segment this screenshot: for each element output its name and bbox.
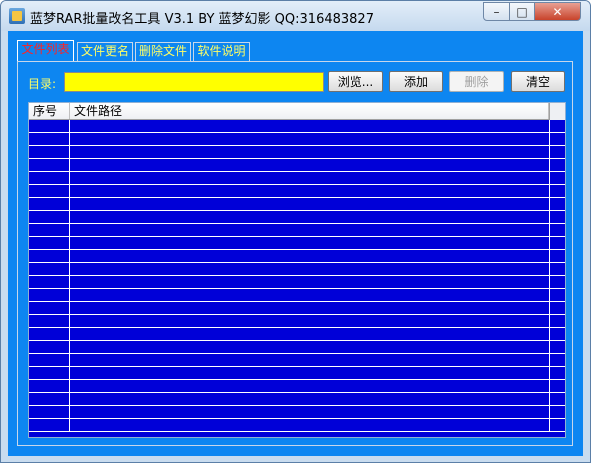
header-filler (549, 103, 565, 120)
cell-index (29, 120, 70, 132)
cell-index (29, 393, 70, 405)
cell-index (29, 185, 70, 197)
table-row[interactable] (29, 237, 565, 250)
cell-index (29, 406, 70, 418)
cell-path (69, 380, 550, 392)
cell-path (69, 159, 550, 171)
cell-path (69, 250, 550, 262)
cell-index (29, 224, 70, 236)
cell-path (69, 146, 550, 158)
table-row[interactable] (29, 133, 565, 146)
table-row[interactable] (29, 276, 565, 289)
cell-index (29, 250, 70, 262)
cell-path (69, 315, 550, 327)
cell-index (29, 289, 70, 301)
cell-index (29, 159, 70, 171)
cell-path (69, 263, 550, 275)
close-button[interactable]: ✕ (534, 2, 581, 21)
cell-path (69, 276, 550, 288)
table-row[interactable] (29, 393, 565, 406)
app-window: 蓝梦RAR批量改名工具 V3.1 BY 蓝梦幻影 QQ:316483827 – … (0, 0, 591, 463)
file-list-panel: 目录: 浏览... 添加 删除 清空 序号 文件路径 (17, 61, 573, 446)
browse-button[interactable]: 浏览... (328, 71, 383, 92)
cell-path (69, 354, 550, 366)
cell-path (69, 289, 550, 301)
directory-input[interactable] (64, 72, 324, 92)
cell-path (69, 406, 550, 418)
table-row[interactable] (29, 120, 565, 133)
table-row[interactable] (29, 354, 565, 367)
table-row[interactable] (29, 185, 565, 198)
cell-index (29, 328, 70, 340)
table-row[interactable] (29, 419, 565, 432)
client-area: 文件列表 文件更名 删除文件 软件说明 目录: 浏览... 添加 删除 清空 序… (8, 31, 583, 456)
cell-path (69, 172, 550, 184)
table-row[interactable] (29, 250, 565, 263)
table-row[interactable] (29, 302, 565, 315)
cell-path (69, 211, 550, 223)
cell-path (69, 393, 550, 405)
cell-path (69, 224, 550, 236)
file-list-table[interactable]: 序号 文件路径 (28, 102, 566, 438)
cell-index (29, 354, 70, 366)
directory-label: 目录: (28, 77, 57, 91)
cell-index (29, 146, 70, 158)
cell-index (29, 172, 70, 184)
title-bar[interactable]: 蓝梦RAR批量改名工具 V3.1 BY 蓝梦幻影 QQ:316483827 – … (1, 1, 590, 31)
table-row[interactable] (29, 146, 565, 159)
table-row[interactable] (29, 263, 565, 276)
cell-path (69, 237, 550, 249)
column-header-path[interactable]: 文件路径 (70, 103, 549, 119)
table-row[interactable] (29, 159, 565, 172)
cell-path (69, 120, 550, 132)
cell-path (69, 198, 550, 210)
clear-button[interactable]: 清空 (511, 71, 565, 92)
app-icon (9, 8, 25, 24)
cell-index (29, 341, 70, 353)
cell-index (29, 380, 70, 392)
cell-index (29, 302, 70, 314)
cell-path (69, 302, 550, 314)
tab-delete-files[interactable]: 删除文件 (135, 42, 191, 61)
table-row[interactable] (29, 211, 565, 224)
table-row[interactable] (29, 367, 565, 380)
table-row[interactable] (29, 315, 565, 328)
add-button[interactable]: 添加 (389, 71, 443, 92)
cell-index (29, 367, 70, 379)
cell-index (29, 315, 70, 327)
cell-path (69, 185, 550, 197)
tab-rename-files[interactable]: 文件更名 (77, 42, 133, 61)
table-rows (29, 120, 565, 432)
cell-index (29, 419, 70, 431)
table-row[interactable] (29, 172, 565, 185)
maximize-button[interactable]: □ (509, 2, 535, 21)
table-header: 序号 文件路径 (29, 103, 565, 120)
cell-index (29, 198, 70, 210)
table-row[interactable] (29, 224, 565, 237)
cell-path (69, 341, 550, 353)
column-header-index[interactable]: 序号 (29, 103, 70, 119)
tab-file-list[interactable]: 文件列表 (17, 40, 74, 62)
cell-index (29, 133, 70, 145)
cell-path (69, 133, 550, 145)
window-title: 蓝梦RAR批量改名工具 V3.1 BY 蓝梦幻影 QQ:316483827 (30, 12, 374, 27)
cell-index (29, 263, 70, 275)
cell-index (29, 211, 70, 223)
table-row[interactable] (29, 289, 565, 302)
table-row[interactable] (29, 341, 565, 354)
cell-path (69, 419, 550, 431)
table-row[interactable] (29, 380, 565, 393)
table-row[interactable] (29, 406, 565, 419)
tab-software-info[interactable]: 软件说明 (193, 42, 250, 61)
minimize-button[interactable]: – (483, 2, 510, 21)
cell-path (69, 367, 550, 379)
delete-button[interactable]: 删除 (449, 71, 504, 92)
cell-path (69, 328, 550, 340)
cell-index (29, 237, 70, 249)
table-row[interactable] (29, 198, 565, 211)
table-row[interactable] (29, 328, 565, 341)
cell-index (29, 276, 70, 288)
